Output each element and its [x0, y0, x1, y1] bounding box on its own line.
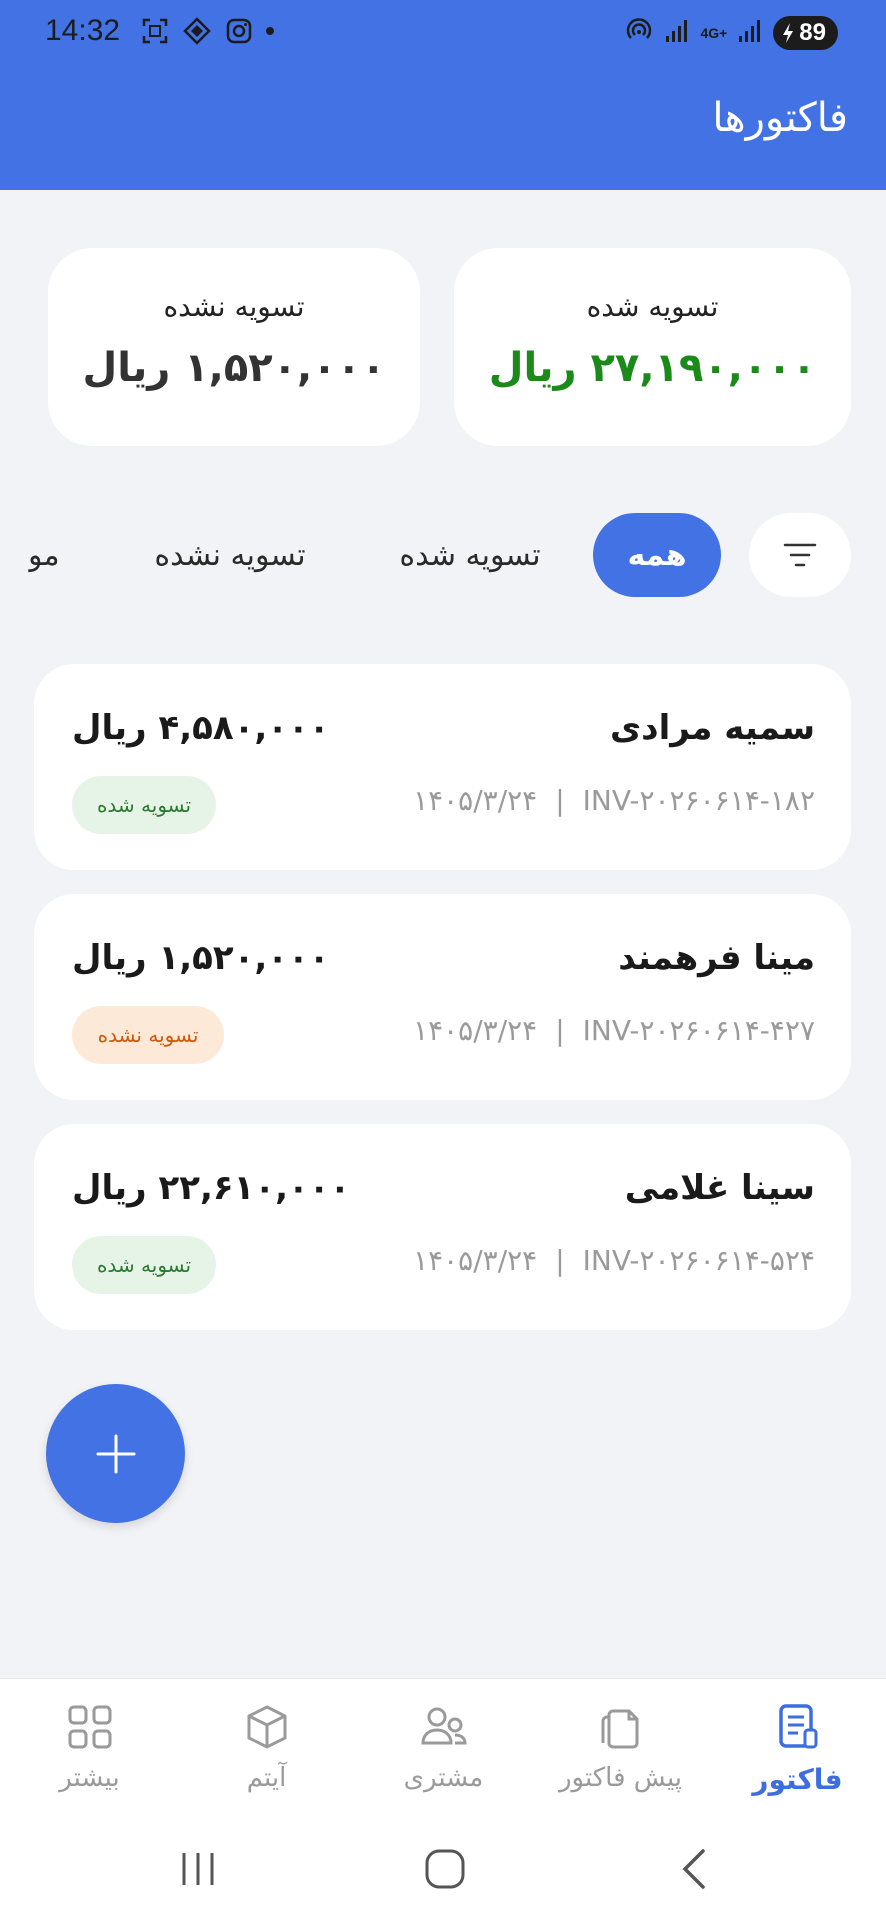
invoice-card[interactable]: سینا غلامی ۲۲,۶۱۰,۰۰۰ ریال INV-۲۰۲۶۰۶۱۴-… [34, 1124, 851, 1330]
home-icon [425, 1849, 465, 1889]
status-badge: تسویه شده [72, 776, 216, 834]
network-4g-icon: 4G+ [700, 25, 728, 41]
signal-icon [664, 18, 690, 48]
battery-indicator: 89 [773, 16, 838, 50]
invoice-card[interactable]: مینا فرهمند ۱,۵۲۰,۰۰۰ ریال INV-۲۰۲۶۰۶۱۴-… [34, 894, 851, 1100]
back-button[interactable] [664, 1844, 724, 1894]
recent-apps-icon [182, 1853, 214, 1885]
invoice-icon [776, 1701, 820, 1753]
invoice-date: ۱۴۰۵/۳/۲۴ [413, 1244, 538, 1277]
instagram-icon [224, 16, 254, 46]
nav-item-label: آیتم [246, 1763, 287, 1793]
add-invoice-button[interactable] [46, 1384, 185, 1523]
invoice-separator: | [555, 1014, 565, 1047]
nav-item-proforma[interactable]: پیش فاکتور [532, 1679, 709, 1819]
nav-item-more[interactable]: بیشتر [1, 1679, 178, 1819]
invoice-meta: INV-۲۰۲۶۰۶۱۴-۴۲۷ | ۱۴۰۵/۳/۲۴ [413, 1014, 815, 1047]
invoice-meta: INV-۲۰۲۶۰۶۱۴-۵۲۴ | ۱۴۰۵/۳/۲۴ [413, 1244, 815, 1277]
invoice-separator: | [555, 1244, 565, 1277]
chip-more[interactable]: مو [28, 513, 88, 597]
battery-level: 89 [799, 19, 826, 46]
nav-item-label: بیشتر [59, 1763, 120, 1793]
back-icon [682, 1849, 705, 1889]
notification-icons [140, 16, 274, 46]
invoice-meta: INV-۲۰۲۶۰۶۱۴-۱۸۲ | ۱۴۰۵/۳/۲۴ [413, 784, 815, 817]
more-notifications-dot [266, 27, 274, 35]
status-time: 14:32 [45, 14, 121, 47]
nav-item-invoice[interactable]: فاکتور [709, 1679, 886, 1819]
settled-summary-value: ۲۷,۱۹۰,۰۰۰ ریال [488, 345, 817, 391]
unsettled-summary-label: تسویه نشده [163, 290, 305, 323]
nav-item-label: مشتری [403, 1763, 484, 1793]
filter-button[interactable] [749, 513, 851, 597]
chip-settled[interactable]: تسویه شده [370, 513, 570, 597]
system-navigation-bar [0, 1818, 886, 1920]
screenshot-icon [140, 16, 170, 46]
invoice-card[interactable]: سمیه مرادی ۴,۵۸۰,۰۰۰ ریال INV-۲۰۲۶۰۶۱۴-۱… [34, 664, 851, 870]
chip-all[interactable]: همه [593, 513, 721, 597]
status-badge: تسویه نشده [72, 1006, 224, 1064]
recent-apps-button[interactable] [168, 1844, 228, 1894]
copy-document-icon [599, 1701, 643, 1753]
invoice-number: INV-۲۰۲۶۰۶۱۴-۴۲۷ [582, 1014, 815, 1047]
invoice-number: INV-۲۰۲۶۰۶۱۴-۵۲۴ [582, 1244, 815, 1277]
invoice-number: INV-۲۰۲۶۰۶۱۴-۱۸۲ [582, 784, 815, 817]
invoice-amount: ۴,۵۸۰,۰۰۰ ریال [72, 708, 330, 748]
hotspot-icon [624, 16, 654, 50]
invoice-amount: ۱,۵۲۰,۰۰۰ ریال [72, 938, 330, 978]
invoice-date: ۱۴۰۵/۳/۲۴ [413, 784, 538, 817]
invoice-separator: | [555, 784, 565, 817]
app-header: 14:32 4G+ 89 فاکتورها [0, 0, 886, 190]
users-icon [419, 1701, 469, 1753]
invoice-customer-name: سینا غلامی [624, 1168, 815, 1208]
invoice-customer-name: مینا فرهمند [618, 938, 815, 978]
settled-summary-label: تسویه شده [586, 290, 719, 323]
status-badge: تسویه شده [72, 1236, 216, 1294]
invoice-amount: ۲۲,۶۱۰,۰۰۰ ریال [72, 1168, 351, 1208]
nav-item-item[interactable]: آیتم [178, 1679, 355, 1819]
nav-item-label: فاکتور [752, 1763, 843, 1796]
home-button[interactable] [415, 1844, 475, 1894]
page-title: فاکتورها [712, 95, 848, 141]
unsettled-summary-card: تسویه نشده ۱,۵۲۰,۰۰۰ ریال [48, 248, 420, 446]
grid-icon [67, 1701, 113, 1753]
signal-2-icon [737, 18, 763, 48]
invoice-date: ۱۴۰۵/۳/۲۴ [413, 1014, 538, 1047]
status-bar: 14:32 4G+ 89 [0, 0, 886, 68]
bottom-navigation: فاکتور پیش فاکتور مشتری آیتم بیشتر [0, 1678, 886, 1818]
app-diamond-icon [182, 16, 212, 46]
charging-icon [783, 23, 794, 43]
chip-more-label: مو [28, 537, 60, 573]
plus-icon [96, 1434, 135, 1473]
unsettled-summary-value: ۱,۵۲۰,۰۰۰ ریال [82, 345, 386, 391]
settled-summary-card: تسویه شده ۲۷,۱۹۰,۰۰۰ ریال [454, 248, 851, 446]
nav-item-customer[interactable]: مشتری [355, 1679, 532, 1819]
box-icon [243, 1701, 291, 1753]
chip-unsettled[interactable]: تسویه نشده [130, 513, 330, 597]
nav-item-label: پیش فاکتور [558, 1763, 683, 1793]
invoice-customer-name: سمیه مرادی [609, 708, 815, 748]
system-status-icons: 4G+ 89 [624, 16, 838, 50]
filter-icon [783, 543, 817, 567]
